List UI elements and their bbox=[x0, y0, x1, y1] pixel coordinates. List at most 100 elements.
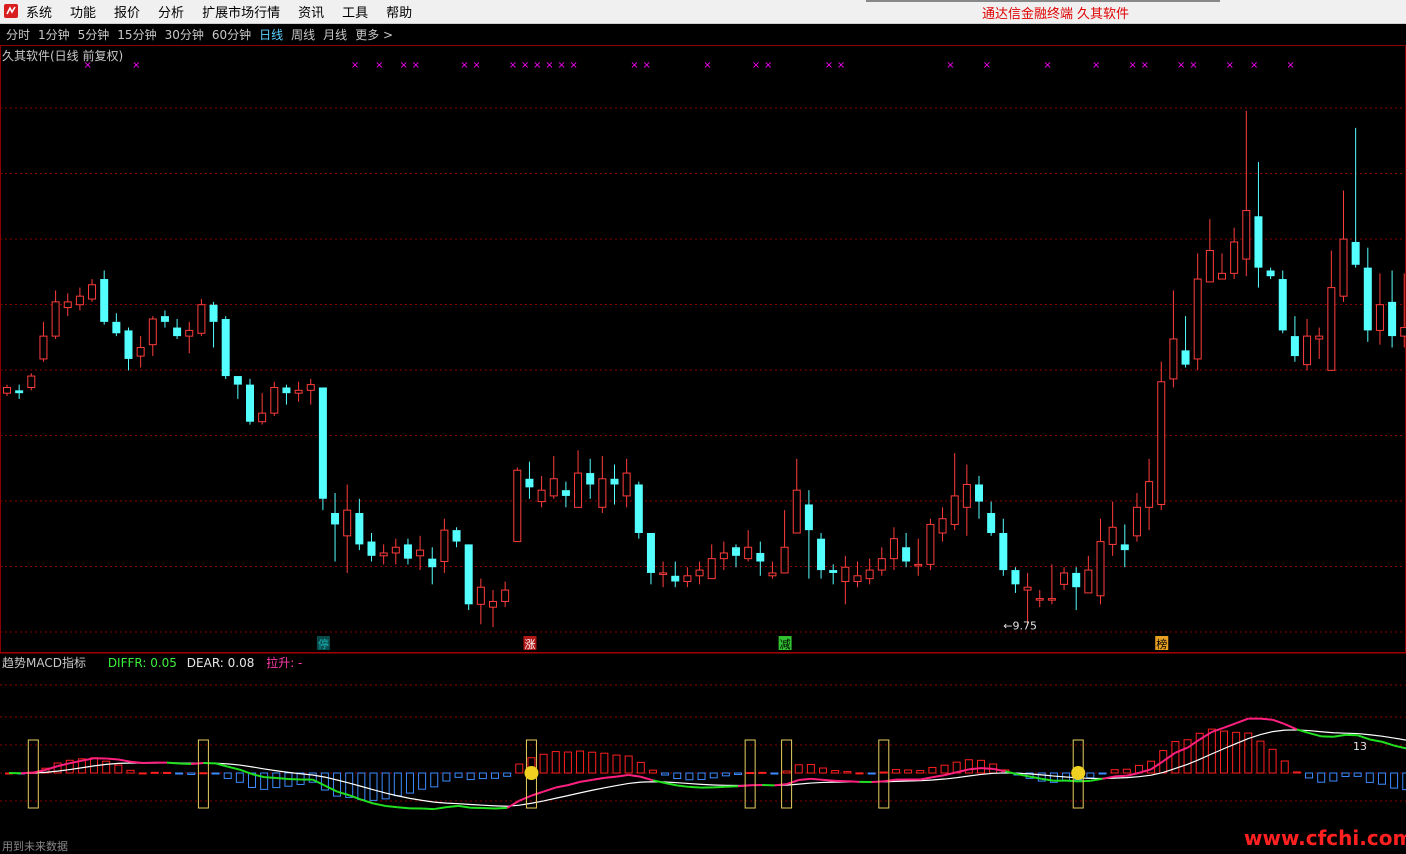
candle-body-up bbox=[781, 547, 788, 573]
candle-body-down bbox=[1364, 268, 1372, 331]
cross-marker: × bbox=[1128, 60, 1136, 71]
diff-line-segment bbox=[811, 779, 823, 780]
cross-marker: × bbox=[825, 60, 833, 71]
candle-body-up bbox=[575, 473, 582, 507]
macd-histogram-bar bbox=[139, 773, 146, 774]
diff-line-segment bbox=[1175, 748, 1187, 753]
candle-body-up bbox=[76, 296, 83, 305]
candle-body-up bbox=[951, 496, 958, 525]
menu-item-6[interactable]: 工具 bbox=[342, 2, 368, 21]
macd-histogram-bar bbox=[394, 773, 401, 796]
main-menu: 系统功能报价分析扩展市场行情资讯工具帮助 bbox=[26, 0, 430, 23]
macd-histogram-bar bbox=[1354, 773, 1361, 776]
candle-body-down bbox=[1388, 302, 1396, 336]
period-tab-8[interactable]: 月线 bbox=[323, 26, 347, 43]
candle-body-up bbox=[441, 530, 448, 561]
diff-line-segment bbox=[799, 779, 811, 780]
candle-body-down bbox=[671, 576, 679, 582]
diff-line-segment bbox=[738, 785, 750, 786]
diff-line-segment bbox=[1285, 724, 1297, 729]
diff-line-segment bbox=[568, 782, 580, 785]
candle-body-up bbox=[696, 570, 703, 576]
period-tab-7[interactable]: 周线 bbox=[291, 26, 315, 43]
macd-histogram-bar bbox=[941, 765, 948, 773]
candle-body-down bbox=[1267, 270, 1275, 276]
macd-histogram-bar bbox=[370, 773, 377, 800]
diff-line-segment bbox=[1309, 733, 1321, 736]
macd-histogram-bar bbox=[1208, 729, 1215, 773]
diff-line-segment bbox=[1236, 719, 1248, 724]
macd-histogram-bar bbox=[516, 764, 523, 773]
macd-histogram-bar bbox=[589, 752, 596, 773]
signal-box bbox=[28, 740, 38, 808]
diff-line-segment bbox=[920, 777, 932, 779]
period-tab-2[interactable]: 5分钟 bbox=[78, 26, 110, 43]
cross-marker: × bbox=[533, 60, 541, 71]
macd-histogram-bar bbox=[1330, 773, 1337, 781]
diff-line-segment bbox=[519, 796, 531, 801]
period-tab-1[interactable]: 1分钟 bbox=[38, 26, 70, 43]
candle-body-up bbox=[4, 387, 11, 393]
candle-body-up bbox=[502, 590, 509, 601]
candle-body-up bbox=[684, 576, 691, 582]
period-tab-3[interactable]: 15分钟 bbox=[117, 26, 156, 43]
period-tab-4[interactable]: 30分钟 bbox=[165, 26, 204, 43]
candle-body-up bbox=[623, 473, 630, 496]
candle-body-up bbox=[1243, 211, 1250, 260]
candle-body-up bbox=[720, 553, 727, 559]
search-box[interactable] bbox=[866, 0, 1220, 2]
macd-histogram-bar bbox=[236, 773, 243, 782]
macd-histogram-bar bbox=[1391, 773, 1398, 788]
cross-marker: × bbox=[1177, 60, 1185, 71]
diff-line-segment bbox=[58, 763, 70, 766]
cross-marker: × bbox=[1141, 60, 1149, 71]
period-tab-9[interactable]: 更多 > bbox=[355, 26, 393, 43]
period-tab-0[interactable]: 分时 bbox=[6, 26, 30, 43]
menu-item-4[interactable]: 扩展市场行情 bbox=[202, 2, 280, 21]
event-marker-0: 停 bbox=[318, 637, 329, 651]
candle-body-down bbox=[975, 484, 983, 501]
candle-body-up bbox=[1231, 242, 1238, 273]
diff-line-segment bbox=[70, 761, 82, 763]
diff-line-segment bbox=[264, 777, 276, 778]
candle-body-down bbox=[112, 322, 120, 333]
candle-body-up bbox=[1085, 570, 1092, 593]
cross-marker: × bbox=[545, 60, 553, 71]
diff-line-segment bbox=[398, 807, 410, 808]
diff-line-segment bbox=[228, 767, 240, 770]
macd-histogram-bar bbox=[419, 773, 426, 789]
menu-item-0[interactable]: 系统 bbox=[26, 2, 52, 21]
indicator-diff: DIFFR: 0.05 bbox=[108, 656, 177, 670]
candle-body-up bbox=[514, 470, 521, 541]
diff-line-segment bbox=[580, 780, 592, 782]
candle-body-up bbox=[477, 587, 484, 604]
menu-item-3[interactable]: 分析 bbox=[158, 2, 184, 21]
period-tab-5[interactable]: 60分钟 bbox=[212, 26, 251, 43]
diff-line-segment bbox=[1333, 735, 1345, 737]
cross-marker: × bbox=[557, 60, 565, 71]
candle-body-up bbox=[1133, 507, 1140, 536]
menu-item-1[interactable]: 功能 bbox=[70, 2, 96, 21]
diff-line-segment bbox=[787, 780, 799, 784]
candle-body-down bbox=[331, 513, 339, 524]
candle-body-up bbox=[137, 348, 144, 357]
candle-body-up bbox=[1401, 328, 1406, 337]
candle-body-up bbox=[1340, 239, 1347, 296]
macd-histogram-bar bbox=[649, 770, 656, 773]
candle-body-up bbox=[295, 390, 302, 393]
diff-line-segment bbox=[872, 781, 884, 782]
menu-item-5[interactable]: 资讯 bbox=[298, 2, 324, 21]
macd-histogram-bar bbox=[406, 773, 413, 793]
period-tab-6[interactable]: 日线 bbox=[259, 26, 283, 43]
menu-item-7[interactable]: 帮助 bbox=[386, 2, 412, 21]
kline-chart[interactable]: ×××××××××××××××××××××××××××××××××←9.75停涨… bbox=[0, 45, 1406, 846]
candle-body-up bbox=[1376, 305, 1383, 331]
diff-line-segment bbox=[957, 769, 969, 772]
menu-item-2[interactable]: 报价 bbox=[114, 2, 140, 21]
macd-histogram-bar bbox=[832, 771, 839, 773]
macd-histogram-bar bbox=[479, 773, 486, 779]
candle-body-down bbox=[902, 547, 910, 561]
candle-body-down bbox=[635, 484, 643, 533]
diff-line-segment bbox=[981, 768, 993, 769]
candle-body-down bbox=[1182, 350, 1190, 364]
